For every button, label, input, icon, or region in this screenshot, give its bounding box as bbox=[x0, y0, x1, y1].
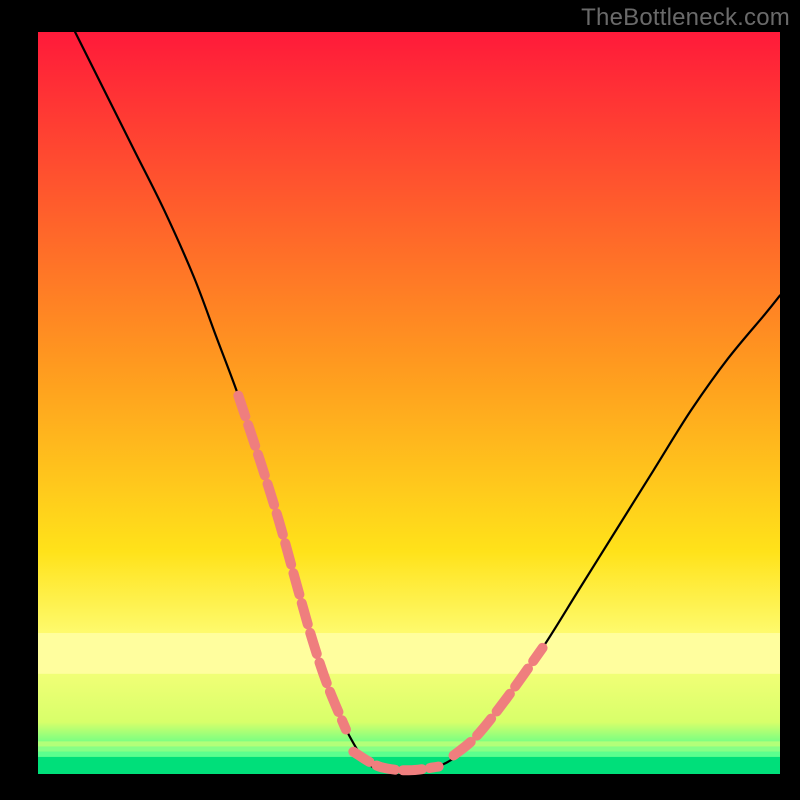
band-overlay-3 bbox=[38, 752, 780, 757]
band-overlay-2 bbox=[38, 747, 780, 752]
chart-frame: TheBottleneck.com bbox=[0, 0, 800, 800]
band-overlay-0 bbox=[38, 633, 780, 674]
band-overlay-1 bbox=[38, 741, 780, 746]
bottleneck-chart bbox=[0, 0, 800, 800]
